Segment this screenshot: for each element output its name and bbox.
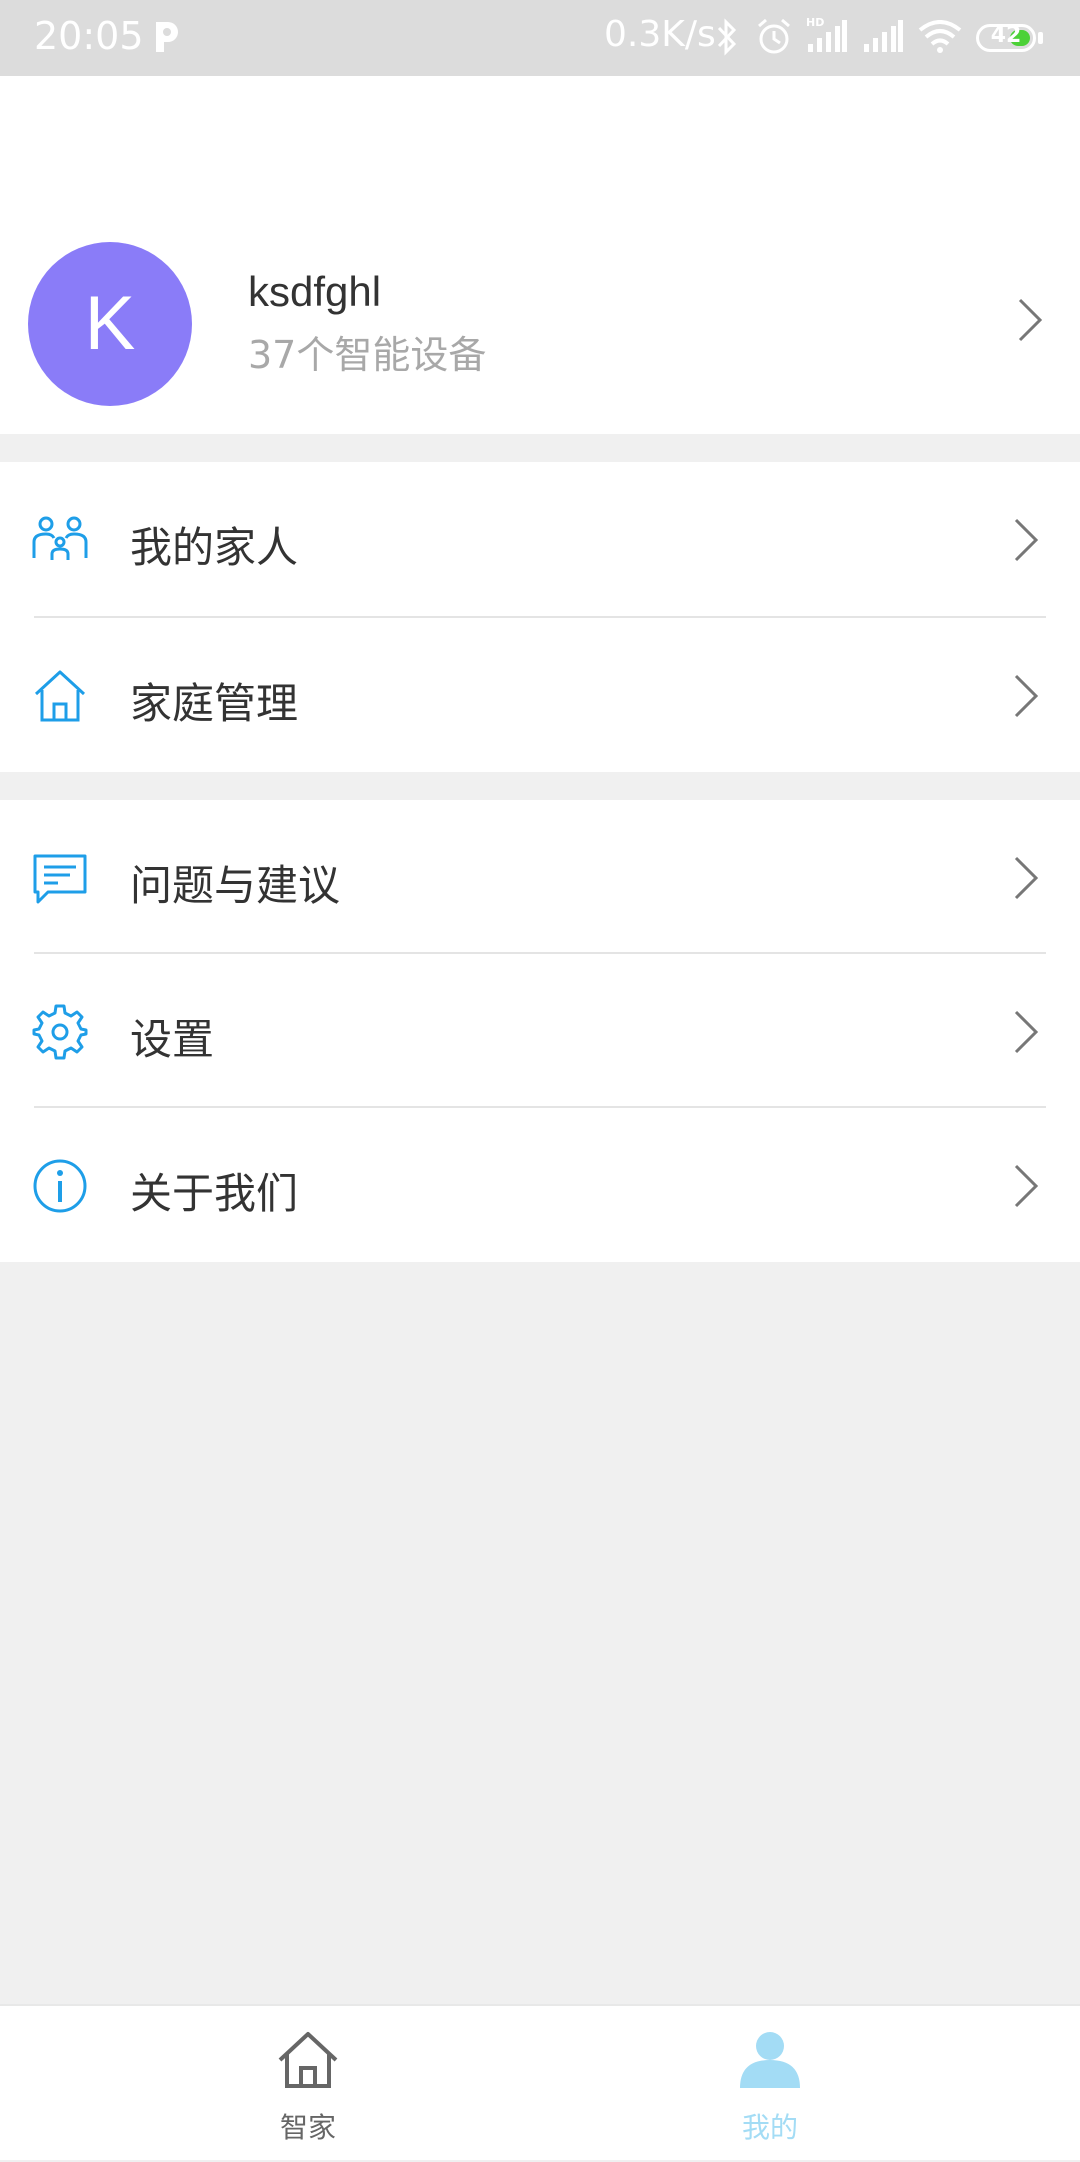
battery-level: 42 [990, 23, 1022, 48]
chevron-right-icon [1014, 856, 1039, 900]
menu-item-settings[interactable]: 设置 [0, 954, 1080, 1108]
home-icon [278, 2032, 338, 2088]
hd-signal-icon: HD [806, 16, 847, 52]
avatar[interactable]: K [28, 242, 192, 406]
network-speed: 0.3K/s [604, 14, 716, 55]
person-icon [740, 2032, 800, 2088]
menu-group-family: 我的家人 家庭管理 [0, 462, 1080, 772]
family-icon [32, 516, 88, 560]
bottom-tab-bar: 智家 我的 [0, 2004, 1080, 2160]
chevron-right-icon[interactable] [1016, 298, 1044, 342]
svg-text:HD: HD [806, 16, 824, 29]
chevron-right-icon [1014, 518, 1039, 562]
battery-icon: 42 [976, 23, 1036, 52]
menu-group-settings: 问题与建议 设置 关于我们 [0, 800, 1080, 1262]
menu-item-my-family[interactable]: 我的家人 [0, 462, 1080, 616]
menu-item-label: 我的家人 [130, 523, 299, 572]
menu-item-about-us[interactable]: 关于我们 [0, 1108, 1080, 1262]
status-bar: 20:05 0.3K/s HD 42 [0, 0, 1080, 76]
status-time: 20:05 [34, 14, 144, 58]
message-icon [33, 854, 87, 904]
tab-label: 智家 [279, 2111, 336, 2144]
signal-icon [864, 20, 903, 52]
username: ksdfghl [248, 268, 382, 315]
alarm-icon [758, 18, 790, 54]
menu-item-label: 家庭管理 [130, 679, 299, 728]
chevron-right-icon [1014, 1010, 1039, 1054]
menu-item-label: 设置 [130, 1015, 215, 1064]
chevron-right-icon [1014, 1164, 1039, 1208]
info-icon [33, 1159, 87, 1213]
battery-tip [1038, 32, 1043, 44]
device-count: 37个智能设备 [248, 333, 487, 377]
tab-label: 我的 [741, 2111, 798, 2144]
menu-item-feedback[interactable]: 问题与建议 [0, 800, 1080, 954]
wifi-icon [918, 20, 962, 53]
chevron-right-icon [1014, 674, 1039, 718]
bluetooth-icon [717, 18, 737, 56]
tab-mine[interactable]: 我的 [670, 2006, 870, 2162]
menu-item-label: 问题与建议 [130, 861, 341, 910]
gear-icon [32, 1004, 88, 1060]
tab-smart-home[interactable]: 智家 [208, 2006, 408, 2162]
p-icon [156, 22, 178, 52]
profile-card[interactable]: K ksdfghl 37个智能设备 [0, 76, 1080, 434]
home-icon [34, 670, 86, 722]
menu-item-home-management[interactable]: 家庭管理 [0, 618, 1080, 772]
menu-item-label: 关于我们 [130, 1169, 299, 1218]
